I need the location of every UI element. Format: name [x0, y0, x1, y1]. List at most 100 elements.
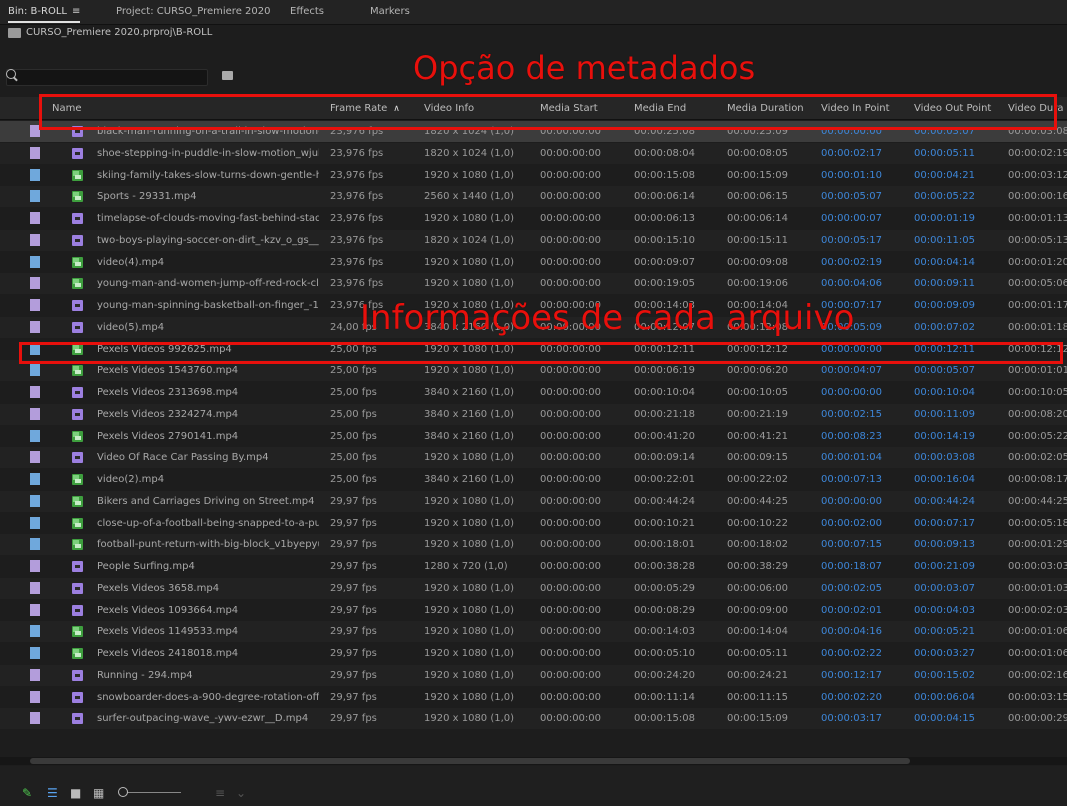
cell-vout[interactable]: 00:00:05:22 [914, 191, 999, 202]
table-row[interactable]: shoe-stepping-in-puddle-in-slow-motion_w… [0, 142, 1067, 164]
cell-name[interactable]: shoe-stepping-in-puddle-in-slow-motion_w… [97, 148, 319, 159]
cell-vout[interactable]: 00:00:03:27 [914, 648, 999, 659]
cell-name[interactable]: Video Of Race Car Passing By.mp4 [97, 452, 319, 463]
table-row[interactable]: Video Of Race Car Passing By.mp4 25,00 fp… [0, 447, 1067, 469]
table-row[interactable]: skiing-family-takes-slow-turns-down-gent… [0, 165, 1067, 186]
panel-menu-icon[interactable]: ≡ [72, 6, 80, 17]
tab-bin-b-roll[interactable]: Bin: B-ROLL ≡ [8, 6, 81, 23]
cell-vin[interactable]: 00:00:18:07 [821, 561, 906, 572]
cell-vout[interactable]: 00:00:03:07 [914, 126, 999, 137]
label-color-swatch[interactable] [30, 690, 40, 703]
cell-vin[interactable]: 00:00:04:07 [821, 365, 906, 376]
cell-vin[interactable]: 00:00:00:00 [821, 387, 906, 398]
cell-vin[interactable]: 00:00:02:20 [821, 692, 906, 703]
tab-effects[interactable]: Effects [290, 6, 324, 17]
cell-name[interactable]: Running - 294.mp4 [97, 670, 319, 681]
label-color-swatch[interactable] [30, 647, 40, 659]
cell-vout[interactable]: 00:00:05:21 [914, 626, 999, 637]
cell-name[interactable]: snowboarder-does-a-900-degree-rotation-o… [97, 692, 319, 703]
cell-vout[interactable]: 00:00:11:09 [914, 409, 999, 420]
table-row[interactable]: Running - 294.mp4 29,97 fps 1920 x 1080 (1… [0, 664, 1067, 686]
table-row[interactable]: Pexels Videos 992625.mp4 25,00 fps 1920 x … [0, 339, 1067, 360]
cell-vin[interactable]: 00:00:05:07 [821, 191, 906, 202]
label-color-swatch[interactable] [30, 712, 40, 725]
table-row[interactable]: People Surfing.mp4 29,97 fps 1280 x 720 (1… [0, 556, 1067, 577]
label-color-swatch[interactable] [30, 320, 40, 333]
cell-vin[interactable]: 00:00:08:23 [821, 431, 906, 442]
table-row[interactable]: Pexels Videos 3658.mp4 29,97 fps 1920 x 10… [0, 577, 1067, 599]
cell-name[interactable]: Pexels Videos 3658.mp4 [97, 583, 319, 594]
freeform-view-icon[interactable]: ▦ [93, 786, 104, 800]
cell-vin[interactable]: 00:00:05:17 [821, 235, 906, 246]
cell-name[interactable]: two-boys-playing-soccer-on-dirt_-kzv_o_g… [97, 235, 319, 246]
cell-vout[interactable]: 00:00:03:07 [914, 583, 999, 594]
cell-vout[interactable]: 00:00:14:19 [914, 431, 999, 442]
cell-vout[interactable]: 00:00:04:15 [914, 713, 999, 724]
label-color-swatch[interactable] [30, 494, 40, 507]
cell-name[interactable]: Pexels Videos 2418018.mp4 [97, 648, 319, 659]
column-video-out-point[interactable]: Video Out Point [914, 103, 991, 114]
icon-view-icon[interactable]: ■ [70, 786, 81, 800]
zoom-slider-handle[interactable] [118, 787, 128, 797]
column-name[interactable]: Name [52, 103, 82, 114]
table-row[interactable]: video(4).mp4 23,976 fps 1920 x 1080 (1,0) 0… [0, 252, 1067, 273]
search-input[interactable] [6, 69, 208, 86]
cell-name[interactable]: Pexels Videos 2790141.mp4 [97, 431, 319, 442]
cell-vin[interactable]: 00:00:03:17 [821, 713, 906, 724]
label-color-swatch[interactable] [30, 668, 40, 681]
table-row[interactable]: Pexels Videos 1093664.mp4 29,97 fps 1920 x… [0, 600, 1067, 621]
cell-name[interactable]: Sports - 29331.mp4 [97, 191, 319, 202]
cell-vin[interactable]: 00:00:07:13 [821, 474, 906, 485]
cell-vout[interactable]: 00:00:06:04 [914, 692, 999, 703]
cell-vout[interactable]: 00:00:05:11 [914, 148, 999, 159]
label-color-swatch[interactable] [30, 407, 40, 420]
cell-vin[interactable]: 00:00:02:01 [821, 605, 906, 616]
cell-vin[interactable]: 00:00:02:05 [821, 583, 906, 594]
table-row[interactable]: two-boys-playing-soccer-on-dirt_-kzv_o_g… [0, 229, 1067, 251]
cell-vout[interactable]: 00:00:01:19 [914, 213, 999, 224]
cell-vin[interactable]: 00:00:02:22 [821, 648, 906, 659]
cell-name[interactable]: Pexels Videos 1093664.mp4 [97, 605, 319, 616]
cell-name[interactable]: surfer-outpacing-wave_-ywv-ezwr__D.mp4 [97, 713, 319, 724]
cell-vout[interactable]: 00:00:04:21 [914, 170, 999, 181]
chevron-down-icon[interactable]: ⌄ [236, 786, 246, 800]
cell-name[interactable]: Pexels Videos 1543760.mp4 [97, 365, 319, 376]
zoom-slider[interactable] [121, 792, 181, 793]
cell-name[interactable]: Pexels Videos 2324274.mp4 [97, 409, 319, 420]
table-row[interactable]: timelapse-of-clouds-moving-fast-behind-s… [0, 208, 1067, 229]
cell-name[interactable]: Pexels Videos 2313698.mp4 [97, 387, 319, 398]
label-color-swatch[interactable] [30, 473, 40, 485]
cell-vin[interactable]: 00:00:04:06 [821, 278, 906, 289]
cell-name[interactable]: black-man-running-on-a-trail-in-slow-mot… [97, 126, 319, 137]
label-color-swatch[interactable] [30, 560, 40, 572]
cell-vout[interactable]: 00:00:05:07 [914, 365, 999, 376]
label-color-swatch[interactable] [30, 603, 40, 616]
cell-vout[interactable]: 00:00:11:05 [914, 235, 999, 246]
cell-name[interactable]: People Surfing.mp4 [97, 561, 319, 572]
column-video-in-point[interactable]: Video In Point [821, 103, 890, 114]
cell-vout[interactable]: 00:00:15:02 [914, 670, 999, 681]
table-row[interactable]: young-man-and-women-jump-off-red-rock-cl… [0, 273, 1067, 295]
label-color-swatch[interactable] [30, 625, 40, 638]
cell-vin[interactable]: 00:00:12:17 [821, 670, 906, 681]
label-color-swatch[interactable] [30, 146, 40, 159]
table-row[interactable]: Pexels Videos 1149533.mp4 29,97 fps 1920 x… [0, 621, 1067, 643]
cell-vout[interactable]: 00:00:03:08 [914, 452, 999, 463]
tab-project[interactable]: Project: CURSO_Premiere 2020 [116, 6, 270, 17]
cell-vout[interactable]: 00:00:44:24 [914, 496, 999, 507]
cell-vout[interactable]: 00:00:21:09 [914, 561, 999, 572]
cell-vin[interactable]: 00:00:02:19 [821, 257, 906, 268]
cell-vout[interactable]: 00:00:09:11 [914, 278, 999, 289]
label-color-swatch[interactable] [30, 255, 40, 268]
label-color-swatch[interactable] [30, 212, 40, 224]
cell-name[interactable]: Pexels Videos 992625.mp4 [97, 344, 319, 355]
cell-name[interactable]: young-man-and-women-jump-off-red-rock-cl… [97, 278, 319, 289]
table-row[interactable]: Sports - 29331.mp4 23,976 fps 2560 x 1440 … [0, 186, 1067, 208]
horizontal-scrollbar[interactable] [0, 757, 1067, 765]
cell-name[interactable]: Bikers and Carriages Driving on Street.m… [97, 496, 319, 507]
scrollbar-thumb[interactable] [30, 758, 910, 764]
sort-icons-icon[interactable]: ≡ [215, 786, 225, 800]
cell-vin[interactable]: 00:00:01:10 [821, 170, 906, 181]
column-media-duration[interactable]: Media Duration [727, 103, 804, 114]
column-media-end[interactable]: Media End [634, 103, 686, 114]
